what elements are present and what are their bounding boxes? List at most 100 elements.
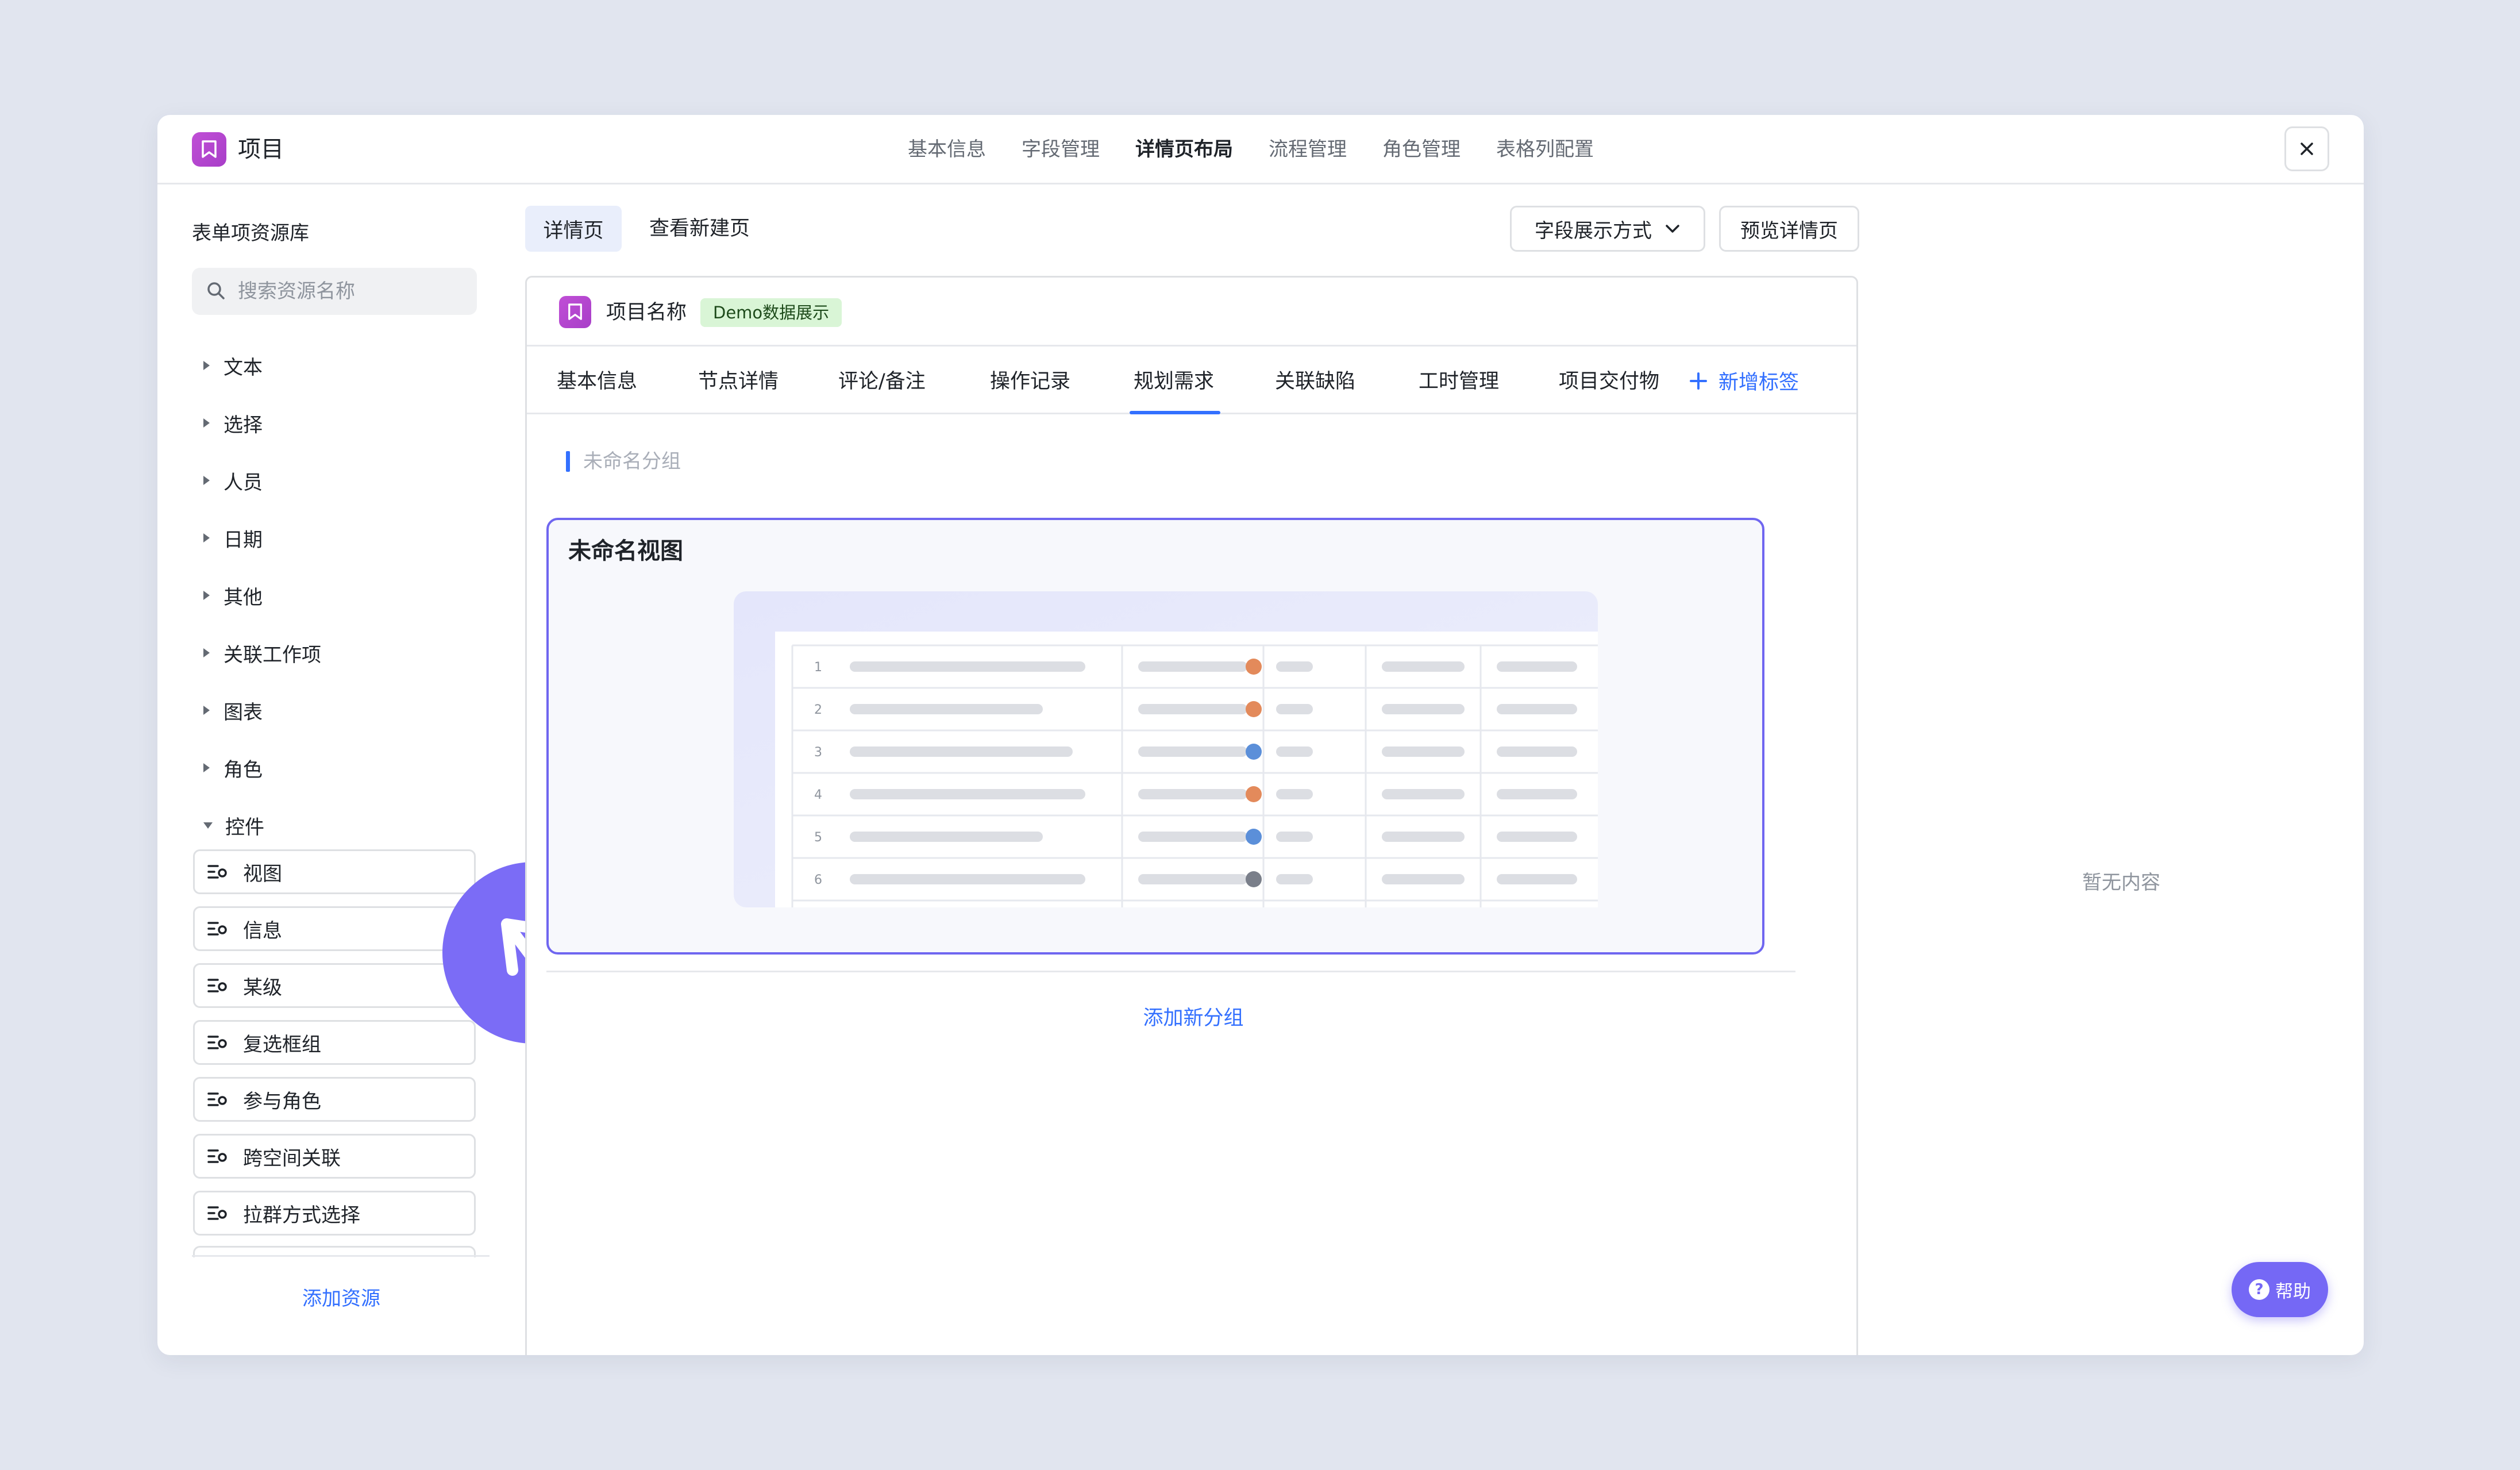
skeleton-bar (1497, 661, 1577, 672)
top-tab-basic-info[interactable]: 基本信息 (908, 132, 986, 167)
avatar (1246, 829, 1262, 845)
skeleton-bar (1138, 661, 1247, 672)
detail-tab-planned-requirements[interactable]: 规划需求 (1134, 367, 1214, 396)
control-item-label: 某级 (243, 976, 282, 999)
subtab-detail-page[interactable]: 详情页 (525, 206, 622, 252)
caret-right-icon (203, 476, 210, 485)
skeleton-bar (1497, 789, 1577, 799)
app-title: 项目 (238, 136, 284, 163)
skeleton-bar (1138, 832, 1247, 842)
detail-tab-basic-info[interactable]: 基本信息 (557, 367, 637, 396)
category-select[interactable]: 选择 (203, 406, 263, 440)
category-other[interactable]: 其他 (203, 578, 263, 613)
preview-row-number: 2 (814, 703, 822, 717)
skeleton-bar (1497, 746, 1577, 757)
skeleton-bar (850, 661, 1085, 672)
detail-layout-canvas: 项目名称 Demo数据展示 基本信息 节点详情 评论/备注 操作记录 规划需求 … (525, 276, 1858, 1355)
top-tab-role-management[interactable]: 角色管理 (1382, 132, 1461, 167)
control-settings-icon (207, 1092, 227, 1106)
control-item-label: 跨空间关联 (243, 1146, 341, 1170)
active-tab-indicator (1130, 411, 1220, 414)
skeleton-bar (1276, 832, 1313, 842)
top-tab-flow-management[interactable]: 流程管理 (1269, 132, 1347, 167)
skeleton-bar (1382, 661, 1465, 672)
category-controls[interactable]: 控件 (203, 808, 264, 842)
control-item-label: 复选框组 (243, 1033, 321, 1056)
detail-header: 项目名称 Demo数据展示 (527, 278, 1856, 347)
divider (546, 971, 1795, 972)
project-name: 项目名称 (606, 301, 687, 324)
table-view-preview: 1 2 3 4 5 6 (734, 591, 1598, 907)
preview-row-number: 1 (814, 660, 822, 675)
skeleton-bar (850, 874, 1085, 884)
caret-right-icon (203, 591, 210, 600)
category-people[interactable]: 人员 (203, 463, 263, 498)
control-item-info[interactable]: 信息 (193, 906, 476, 951)
preview-detail-button[interactable]: 预览详情页 (1719, 206, 1859, 252)
detail-tab-deliverables[interactable]: 项目交付物 (1559, 367, 1659, 396)
control-item-view[interactable]: 视图 (193, 849, 476, 894)
top-tab-table-columns[interactable]: 表格列配置 (1496, 132, 1594, 167)
control-item-checkbox-group[interactable]: 复选框组 (193, 1020, 476, 1065)
caret-right-icon (203, 763, 210, 772)
empty-state-text: 暂无内容 (2082, 871, 2160, 894)
control-item-participant-role[interactable]: 参与角色 (193, 1077, 476, 1122)
detail-tab-comments[interactable]: 评论/备注 (838, 367, 926, 396)
caret-right-icon (203, 361, 210, 370)
category-date[interactable]: 日期 (203, 521, 263, 555)
control-settings-icon (207, 922, 227, 936)
dialog-header: 项目 基本信息 字段管理 详情页布局 流程管理 角色管理 表格列配置 (157, 115, 2364, 184)
category-related-items[interactable]: 关联工作项 (203, 636, 321, 670)
control-item-cross-space-link[interactable]: 跨空间关联 (193, 1134, 476, 1179)
plus-icon (1690, 372, 1707, 390)
avatar (1246, 659, 1262, 675)
detail-tab-related-defects[interactable]: 关联缺陷 (1275, 367, 1355, 396)
skeleton-bar (1497, 704, 1577, 714)
resource-search[interactable] (192, 268, 477, 315)
avatar (1246, 786, 1262, 802)
detail-tab-node-details[interactable]: 节点详情 (698, 367, 779, 396)
control-item-label: 拉群方式选择 (243, 1203, 360, 1227)
avatar (1246, 701, 1262, 717)
category-text[interactable]: 文本 (203, 348, 263, 383)
control-settings-icon (207, 1149, 227, 1163)
help-button[interactable]: ? 帮助 (2232, 1262, 2328, 1317)
control-settings-icon (207, 979, 227, 992)
avatar (1246, 871, 1262, 887)
view-title: 未命名视图 (568, 538, 683, 564)
top-tab-detail-layout[interactable]: 详情页布局 (1135, 132, 1233, 167)
field-display-dropdown[interactable]: 字段展示方式 (1510, 206, 1705, 252)
search-input[interactable] (238, 268, 468, 315)
category-chart[interactable]: 图表 (203, 693, 263, 728)
group-name[interactable]: 未命名分组 (583, 445, 681, 478)
avatar (1246, 744, 1262, 760)
top-tab-field-management[interactable]: 字段管理 (1022, 132, 1100, 167)
search-icon (207, 282, 225, 299)
resource-library-title: 表单项资源库 (192, 222, 309, 245)
add-tab-button[interactable]: 新增标签 (1689, 366, 1799, 395)
category-role[interactable]: 角色 (203, 751, 263, 785)
subtab-create-page[interactable]: 查看新建页 (649, 206, 750, 252)
skeleton-bar (1382, 832, 1465, 842)
close-button[interactable] (2284, 126, 2329, 171)
detail-tab-operation-log[interactable]: 操作记录 (990, 367, 1070, 396)
add-tab-label: 新增标签 (1718, 371, 1800, 394)
skeleton-bar (1276, 704, 1313, 714)
skeleton-bar (1276, 661, 1313, 672)
chevron-down-icon (1666, 225, 1679, 233)
add-resource-link[interactable]: 添加资源 (157, 1283, 525, 1311)
caret-right-icon (203, 706, 210, 715)
control-item-level[interactable]: 某级 (193, 963, 476, 1008)
skeleton-bar (850, 832, 1043, 842)
view-component[interactable]: 未命名视图 1 2 3 4 5 6 (546, 518, 1764, 955)
add-group-link[interactable]: 添加新分组 (527, 1002, 1856, 1031)
layout-config-dialog: 项目 基本信息 字段管理 详情页布局 流程管理 角色管理 表格列配置 表单项资源… (157, 115, 2364, 1355)
skeleton-bar (1382, 746, 1465, 757)
skeleton-bar (1497, 832, 1577, 842)
detail-tab-timesheet[interactable]: 工时管理 (1419, 367, 1499, 396)
control-item-group-method[interactable]: 拉群方式选择 (193, 1191, 476, 1236)
skeleton-bar (1276, 874, 1313, 884)
caret-right-icon (203, 648, 210, 657)
top-tabs: 基本信息 字段管理 详情页布局 流程管理 角色管理 表格列配置 (908, 132, 1629, 167)
field-display-label: 字段展示方式 (1535, 219, 1652, 243)
